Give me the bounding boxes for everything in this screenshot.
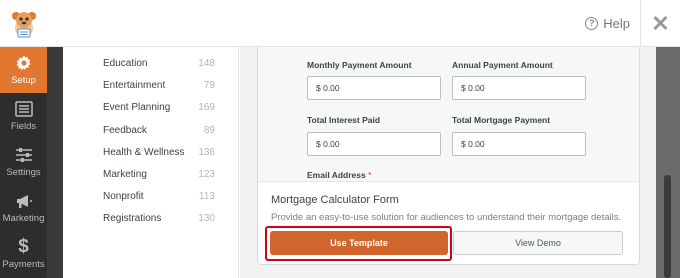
nav-item-fields[interactable]: Fields [0,93,47,139]
category-item[interactable]: Health & Wellness 136 [103,147,215,158]
category-count: 136 [198,147,215,158]
email-label: Email Address * [307,170,371,180]
field-label: Monthly Payment Amount [307,60,412,70]
category-item[interactable]: Education 148 [103,58,215,69]
category-count: 169 [198,102,215,113]
gear-icon [15,54,33,72]
required-mark: * [368,170,372,180]
category-name: Event Planning [103,102,171,113]
highlight-outline [265,226,452,261]
megaphone-icon [15,192,33,210]
sliders-icon [15,146,33,164]
category-name: Entertainment [103,80,166,91]
category-name: Health & Wellness [103,147,185,158]
category-item[interactable]: Marketing 123 [103,169,215,180]
category-item[interactable]: Entertainment 79 [103,80,215,91]
close-icon: ✕ [651,10,670,36]
category-name: Education [103,58,148,69]
nav-label: Fields [10,121,37,132]
category-item[interactable]: Registrations 130 [103,213,215,224]
template-description: Provide an easy-to-use solution for audi… [271,212,622,223]
top-header: ? Help ✕ [0,0,680,47]
total-mortgage-field: $ 0.00 [452,132,586,156]
nav-item-marketing[interactable]: Marketing [0,185,47,231]
nav-label: Settings [6,167,41,178]
builder-sidebar: Setup Fields Settings Marketing $ Paymen… [0,47,47,278]
email-label-text: Email Address [307,170,366,180]
category-item[interactable]: Feedback 89 [103,125,215,136]
help-button[interactable]: ? Help [585,16,630,31]
field-label: Total Mortgage Payment [452,115,551,125]
category-item[interactable]: Event Planning 169 [103,102,215,113]
nav-label: Setup [11,75,36,86]
dollar-icon: $ [18,236,29,257]
nav-label: Payments [2,259,45,270]
annual-payment-field: $ 0.00 [452,76,586,100]
category-item[interactable]: Nonprofit 113 [103,191,215,202]
category-count: 123 [198,169,215,180]
nav-label: Marketing [2,213,45,224]
sidebar-gutter [47,47,63,278]
question-circle-icon: ? [585,17,599,30]
category-count: 79 [203,80,215,91]
field-label: Total Interest Paid [307,115,381,125]
category-count: 113 [199,191,215,202]
wpforms-logo [0,0,47,47]
fields-list-icon [14,100,33,118]
view-demo-button[interactable]: View Demo [453,231,623,255]
scrollbar-thumb[interactable] [664,175,671,278]
form-preview: Monthly Payment Amount $ 0.00 Annual Pay… [258,47,639,182]
nav-item-payments[interactable]: $ Payments [0,231,47,277]
category-name: Feedback [103,125,147,136]
monthly-payment-field: $ 0.00 [307,76,441,100]
template-title: Mortgage Calculator Form [271,194,399,206]
total-interest-field: $ 0.00 [307,132,441,156]
category-count: 89 [203,125,215,136]
nav-item-settings[interactable]: Settings [0,139,47,185]
category-count: 130 [198,213,215,224]
category-name: Marketing [103,169,147,180]
category-count: 148 [198,58,215,69]
close-button[interactable]: ✕ [640,0,680,47]
category-list: Education 148 Entertainment 79 Event Pla… [63,47,239,278]
help-label: Help [603,16,630,31]
category-name: Nonprofit [103,191,144,202]
nav-item-setup[interactable]: Setup [0,47,47,93]
category-name: Registrations [103,213,162,224]
field-label: Annual Payment Amount [452,60,553,70]
